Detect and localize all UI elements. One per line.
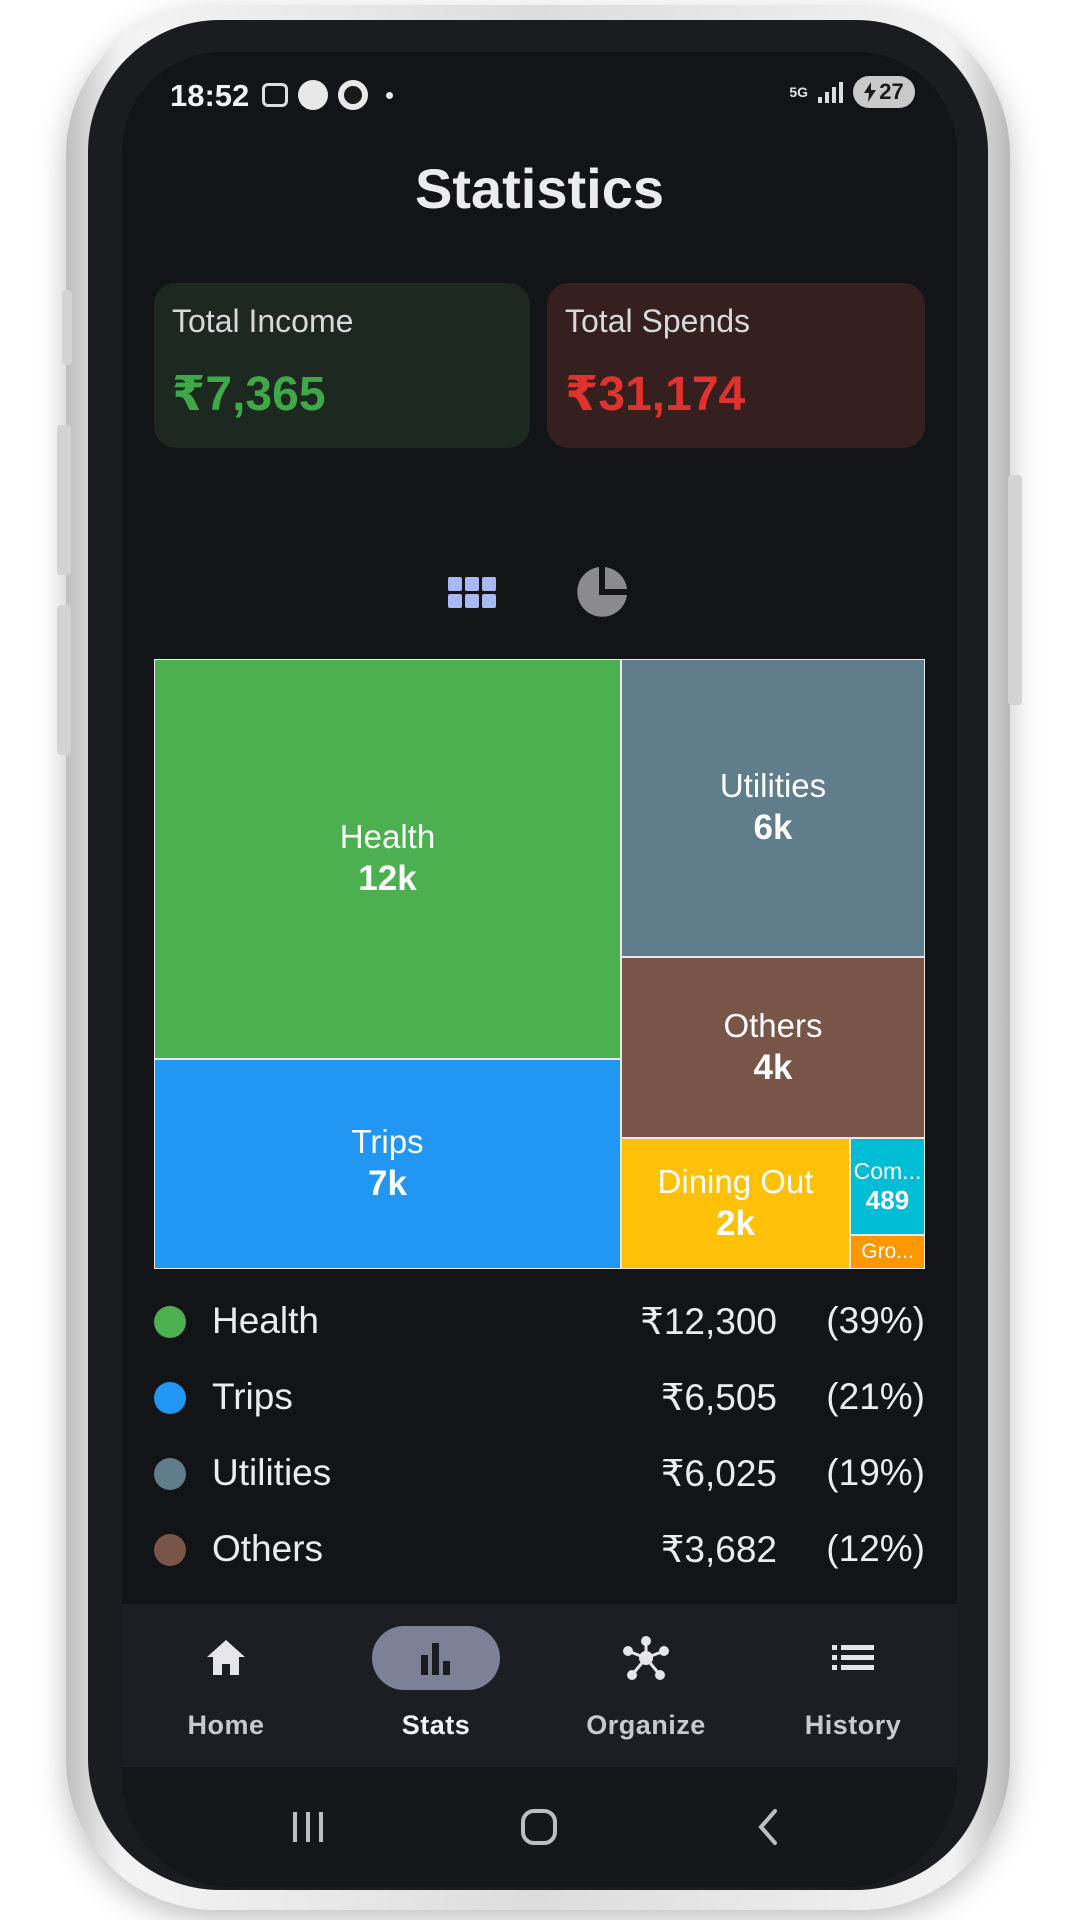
- tile-value: 4k: [753, 1047, 793, 1087]
- legend-amount: ₹6,505: [660, 1377, 777, 1418]
- nav-label: Home: [187, 1710, 265, 1740]
- page-title: Statistics: [415, 157, 664, 220]
- more-dot-icon: [386, 91, 393, 99]
- nav-pill-active: [372, 1626, 500, 1690]
- nav-item-home[interactable]: Home: [122, 1604, 330, 1767]
- nav-label: Stats: [401, 1710, 471, 1740]
- nav-item-stats[interactable]: Stats: [332, 1604, 540, 1767]
- tile-label: Dining Out: [657, 1162, 814, 1200]
- legend-percent: (12%): [826, 1528, 925, 1569]
- app-logo-icon: [298, 80, 328, 110]
- tile-value: 6k: [753, 808, 793, 847]
- device-stage: 18:52 5G 27 Statistics Total Income ₹7,3…: [0, 0, 1080, 1920]
- treemap-tile-others[interactable]: Others 4k: [622, 958, 924, 1137]
- legend-percent: (39%): [826, 1300, 925, 1341]
- volume-up-button: [57, 425, 71, 575]
- tile-value: 12k: [358, 859, 417, 898]
- tile-label: Com...: [853, 1158, 922, 1184]
- legend-name: Utilities: [212, 1452, 332, 1493]
- legend-row-trips[interactable]: Trips ₹6,505 (21%): [154, 1368, 925, 1444]
- legend-percent: (19%): [826, 1452, 925, 1493]
- recents-icon: [293, 1812, 323, 1842]
- total-spends-card: Total Spends ₹31,174: [547, 283, 925, 448]
- legend-dot: [154, 1306, 186, 1338]
- app-screen: 18:52 5G 27 Statistics Total Income ₹7,3…: [122, 52, 957, 1887]
- bar-chart-icon: [421, 1643, 450, 1675]
- home-icon: [207, 1640, 245, 1675]
- legend-name: Health: [212, 1300, 319, 1341]
- legend-name: Trips: [212, 1376, 293, 1417]
- nav-label: History: [804, 1710, 902, 1740]
- grid-view-toggle[interactable]: [442, 562, 502, 622]
- category-legend-list: Health ₹12,300 (39%) Trips ₹6,505 (21%) …: [154, 1292, 925, 1582]
- back-button[interactable]: [728, 1797, 808, 1857]
- ring-icon: [338, 80, 368, 110]
- legend-row-utilities[interactable]: Utilities ₹6,025 (19%): [154, 1444, 925, 1520]
- tile-label: Trips: [351, 1123, 424, 1160]
- battery-level: 27: [879, 79, 904, 104]
- list-icon: [832, 1645, 874, 1670]
- system-status-icons: 5G 27: [789, 76, 915, 108]
- income-value: ₹7,365: [172, 368, 326, 421]
- tile-label: Health: [339, 818, 436, 855]
- nav-label: Organize: [586, 1710, 706, 1740]
- side-button: [62, 290, 72, 365]
- nav-pill: [582, 1626, 710, 1690]
- legend-dot: [154, 1382, 186, 1414]
- spends-label: Total Spends: [565, 303, 751, 339]
- status-bar: 18:52 5G 27: [122, 52, 957, 142]
- income-label: Total Income: [172, 303, 354, 339]
- nav-pill: [162, 1626, 290, 1690]
- screenshot-icon: [262, 83, 288, 107]
- tile-label: Gro...: [861, 1240, 914, 1263]
- spending-treemap: Health 12k Trips 7k Utilities 6k Others …: [154, 659, 925, 1269]
- legend-amount: ₹6,025: [660, 1453, 777, 1494]
- battery-indicator: 27: [853, 76, 915, 108]
- signal-icon: [818, 81, 843, 103]
- tile-value: 2k: [716, 1203, 755, 1243]
- home-system-button[interactable]: [499, 1797, 579, 1857]
- back-icon: [758, 1809, 777, 1845]
- nav-item-organize[interactable]: Organize: [542, 1604, 750, 1767]
- legend-dot: [154, 1458, 186, 1490]
- hub-icon: [623, 1636, 669, 1680]
- spends-value: ₹31,174: [565, 368, 746, 421]
- treemap-tile-health[interactable]: Health 12k: [155, 660, 620, 1058]
- treemap-tile-dining-out[interactable]: Dining Out 2k: [622, 1139, 849, 1268]
- legend-amount: ₹12,300: [640, 1301, 777, 1342]
- tile-value: 489: [865, 1185, 910, 1215]
- legend-percent: (21%): [826, 1376, 925, 1417]
- pie-chart-icon: [577, 567, 627, 617]
- legend-name: Others: [212, 1528, 324, 1569]
- legend-dot: [154, 1534, 186, 1566]
- volume-down-button: [57, 605, 71, 755]
- treemap-tile-utilities[interactable]: Utilities 6k: [622, 660, 924, 956]
- legend-amount: ₹3,682: [660, 1529, 777, 1570]
- home-circle-icon: [521, 1809, 557, 1845]
- charging-icon: [864, 82, 877, 102]
- notification-icons: [262, 80, 393, 110]
- bottom-navigation: Home Stats Organize History: [122, 1604, 957, 1767]
- total-income-card: Total Income ₹7,365: [154, 283, 530, 448]
- grid-view-icon: [448, 576, 496, 608]
- network-type: 5G: [789, 84, 808, 100]
- tile-label: Utilities: [719, 767, 827, 804]
- legend-row-others[interactable]: Others ₹3,682 (12%): [154, 1520, 925, 1582]
- treemap-tile-com[interactable]: Com... 489: [851, 1139, 924, 1234]
- status-time: 18:52: [170, 78, 250, 113]
- tile-label: Others: [723, 1006, 823, 1044]
- treemap-tile-gro[interactable]: Gro...: [851, 1236, 924, 1268]
- power-button: [1008, 475, 1022, 705]
- legend-row-health[interactable]: Health ₹12,300 (39%): [154, 1292, 925, 1368]
- nav-item-history[interactable]: History: [749, 1604, 957, 1767]
- tile-value: 7k: [368, 1164, 407, 1203]
- pie-view-toggle[interactable]: [572, 562, 632, 622]
- treemap-tile-trips[interactable]: Trips 7k: [155, 1060, 620, 1268]
- nav-pill: [789, 1626, 917, 1690]
- recents-button[interactable]: [268, 1797, 348, 1857]
- system-navigation-bar: [122, 1767, 957, 1887]
